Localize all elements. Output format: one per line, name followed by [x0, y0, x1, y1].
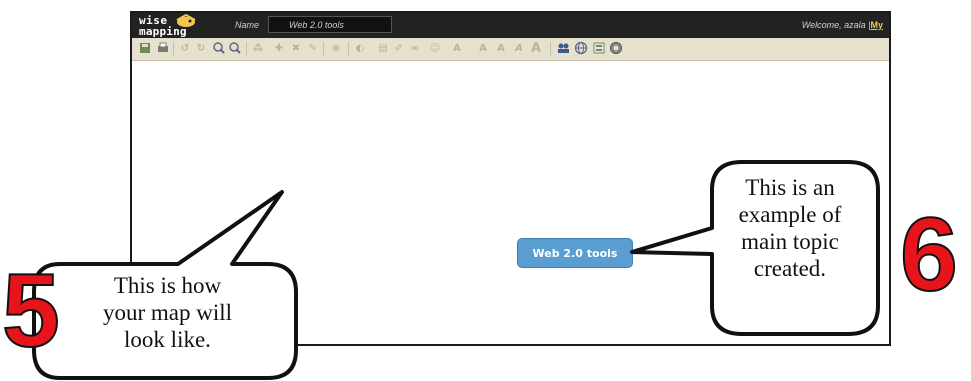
callout-5-text: This is how your map will look like. — [40, 272, 295, 376]
step-number-5: 5 — [1, 252, 61, 370]
callout-5-line: This is how — [113, 273, 222, 298]
callout-5-line: look like. — [124, 327, 211, 352]
callout-5-line: your map will — [102, 300, 233, 325]
callout-6-line: This is an — [745, 175, 835, 200]
callout-6-line: created. — [753, 256, 827, 281]
step-number-6: 6 — [899, 196, 959, 314]
callout-6-text: This is an example of main topic created… — [708, 174, 872, 334]
callout-6-line: example of — [738, 202, 842, 227]
callout-6-line: main topic — [741, 229, 839, 254]
